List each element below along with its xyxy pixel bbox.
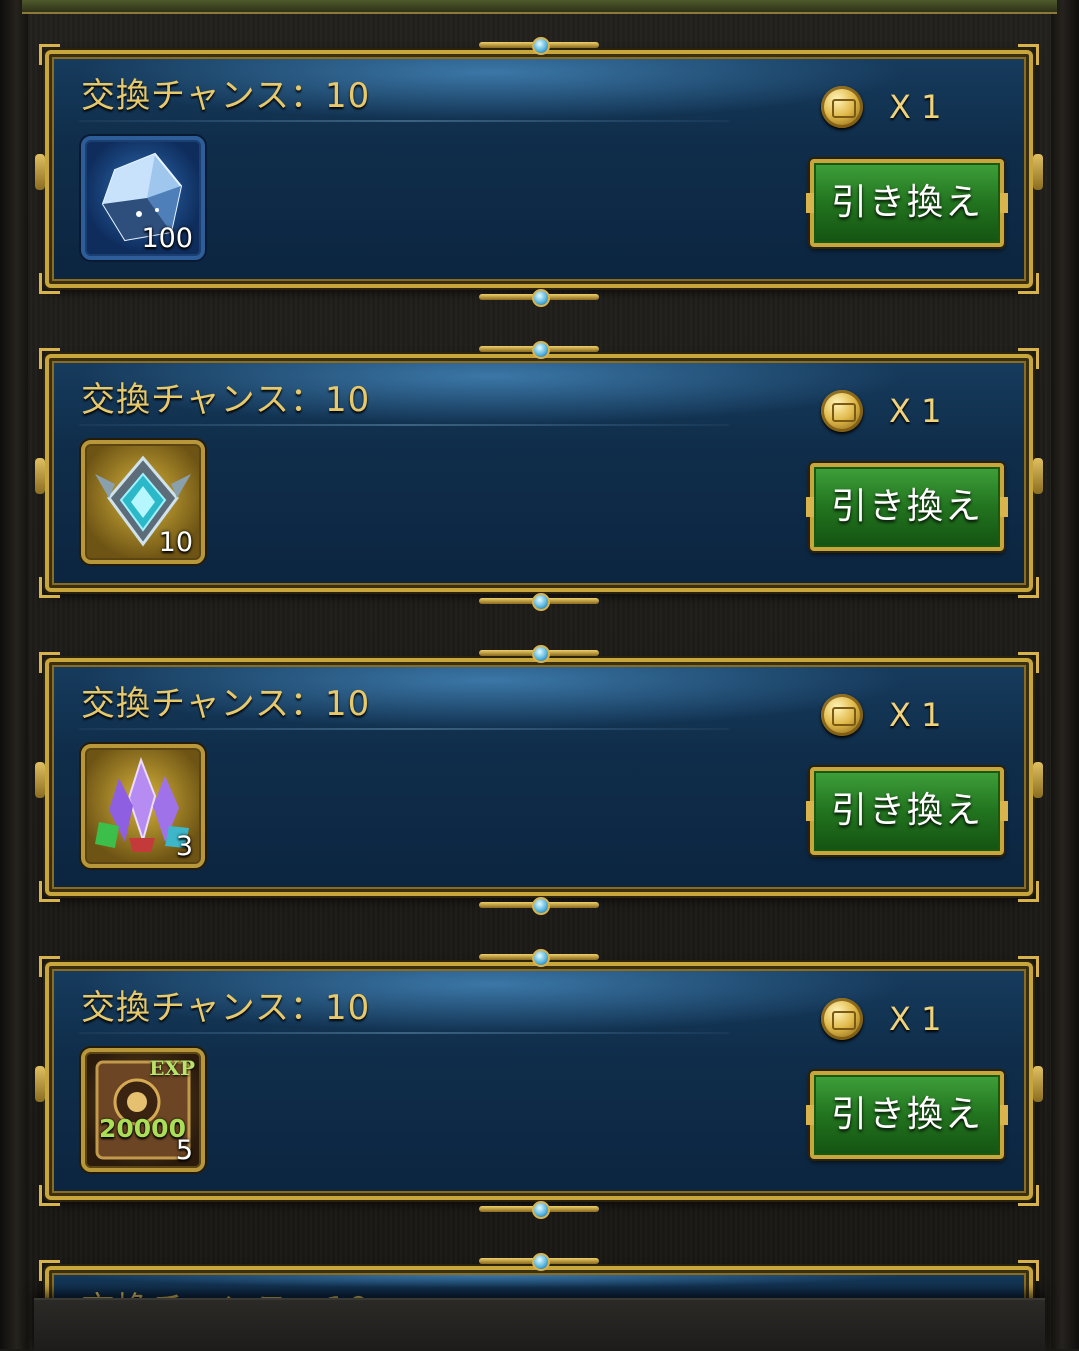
gem-icon	[532, 341, 550, 359]
ornament-bottom	[479, 288, 599, 307]
redeem-button[interactable]: 引き換え	[806, 1071, 1008, 1159]
exchange-card: 交換チャンス：10 X 1 10 引き換え	[35, 341, 1043, 611]
item-quantity: 100	[141, 223, 193, 254]
gold-medal-icon	[821, 998, 863, 1040]
cost-display: X 1	[821, 998, 981, 1042]
gem-icon	[532, 645, 550, 663]
gold-medal-icon	[821, 86, 863, 128]
cost-quantity: X 1	[889, 696, 942, 734]
reward-item-slot[interactable]: EXP 20000 5	[81, 1048, 205, 1172]
redeem-button[interactable]: 引き換え	[806, 159, 1008, 247]
top-frame-strip	[22, 0, 1057, 14]
exp-tag: EXP	[149, 1056, 195, 1080]
ornament-top	[479, 948, 599, 967]
cost-display: X 1	[821, 86, 981, 130]
exchange-card: 交換チャンス：10 X 1 100 引き換え	[35, 37, 1043, 307]
ornament-bottom	[479, 896, 599, 915]
ornament-top	[479, 644, 599, 663]
cost-display: X 1	[821, 390, 981, 434]
cost-quantity: X 1	[889, 1000, 942, 1038]
gem-icon	[532, 593, 550, 611]
ornament-bottom	[479, 592, 599, 611]
exchange-card: 交換チャンス：10 X 1 EXP 20000 5 引き換え	[35, 949, 1043, 1219]
gem-icon	[532, 897, 550, 915]
exchange-chance-label: 交換チャンス：10	[81, 380, 371, 420]
gem-icon	[532, 37, 550, 55]
cost-display: X 1	[821, 694, 981, 738]
gem-icon	[532, 1253, 550, 1271]
reward-item-slot[interactable]: 100	[81, 136, 205, 260]
gold-medal-icon	[821, 390, 863, 432]
gem-icon	[532, 1201, 550, 1219]
exchange-card: 交換チャンス：10 X 1 3 引き換え	[35, 645, 1043, 915]
ornament-top	[479, 36, 599, 55]
reward-item-slot[interactable]: 10	[81, 440, 205, 564]
item-quantity: 3	[175, 831, 193, 862]
item-quantity: 5	[175, 1135, 193, 1166]
cost-quantity: X 1	[889, 88, 942, 126]
left-rail	[0, 0, 28, 1349]
gold-medal-icon	[821, 694, 863, 736]
ornament-bottom	[479, 1200, 599, 1219]
gem-icon	[532, 289, 550, 307]
cost-quantity: X 1	[889, 392, 942, 430]
redeem-button[interactable]: 引き換え	[806, 767, 1008, 855]
exchange-chance-label: 交換チャンス：10	[81, 684, 371, 724]
ornament-top	[479, 1252, 599, 1271]
bottom-bar	[34, 1298, 1045, 1351]
exp-amount: 20000	[99, 1114, 186, 1143]
ornament-top	[479, 340, 599, 359]
item-quantity: 10	[158, 527, 193, 558]
reward-item-slot[interactable]: 3	[81, 744, 205, 868]
gem-icon	[532, 949, 550, 967]
exchange-chance-label: 交換チャンス：10	[81, 76, 371, 116]
redeem-button[interactable]: 引き換え	[806, 463, 1008, 551]
right-rail	[1051, 0, 1079, 1349]
exchange-chance-label: 交換チャンス：10	[81, 988, 371, 1028]
